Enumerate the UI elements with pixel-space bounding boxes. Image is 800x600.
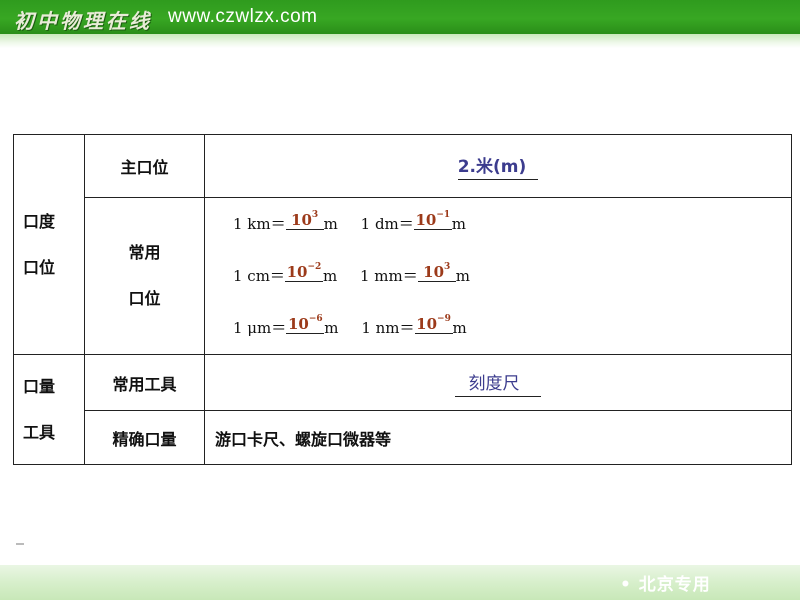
conversion-nm: 1 nm＝ 10−9 m bbox=[361, 314, 467, 337]
main-unit-cell: 2.米(m) bbox=[204, 134, 792, 198]
length-unit-label: 口度 口位 bbox=[13, 134, 85, 355]
label-line: 口位 bbox=[23, 257, 56, 277]
common-tools-cell: 刻度尺 bbox=[204, 354, 792, 411]
table-row: 常用 口位 1 km＝ 103 m 1 dm＝ 10−1 m 1 cm＝ 10−2 m 1 … bbox=[14, 197, 792, 355]
conversion-km: 1 km＝ 103 m bbox=[233, 210, 338, 233]
header-bar: 初中物理在线 www.czwlzx.com bbox=[0, 0, 800, 34]
precise-tools-value: 游口卡尺、螺旋口微器等 bbox=[204, 410, 792, 465]
label-line: 口位 bbox=[128, 289, 161, 308]
conversion-mm: 1 mm＝ 103 m bbox=[359, 262, 470, 285]
common-tools-label: 常用工具 bbox=[84, 354, 205, 411]
label-line: 常用 bbox=[128, 243, 161, 262]
table-row: 口度 口位 主口位 2.米(m) bbox=[13, 134, 792, 355]
measuring-tools-label: 口量 工具 bbox=[13, 354, 85, 465]
conversion-dm: 1 dm＝ 10−1 m bbox=[360, 210, 467, 233]
conversion-cell: 1 km＝ 103 m 1 dm＝ 10−1 m 1 cm＝ 10−2 m 1 mm＝ 103… bbox=[204, 197, 792, 355]
conversion-line: 1 km＝ 103 m 1 dm＝ 10−1 m bbox=[233, 198, 791, 250]
units-table: 口度 口位 主口位 2.米(m) 常用 口位 1 km＝ 103 m 1 dm＝ 10… bbox=[13, 134, 792, 465]
main-unit-label: 主口位 bbox=[84, 134, 205, 198]
label-line: 工具 bbox=[23, 422, 56, 442]
common-tools-answer: 刻度尺 bbox=[455, 369, 541, 397]
label-line: 口量 bbox=[23, 376, 56, 396]
table-row: 口量 工具 常用工具 刻度尺 bbox=[13, 354, 792, 465]
conversion-um: 1 μm＝ 10−6 m bbox=[233, 314, 339, 337]
site-url: www.czwlzx.com bbox=[168, 6, 318, 27]
footer-label: • 北京专用 bbox=[620, 575, 711, 595]
common-units-label: 常用 口位 bbox=[84, 197, 205, 355]
main-unit-answer: 2.米(m) bbox=[457, 152, 539, 180]
conversion-line: 1 cm＝ 10−2 m 1 mm＝ 103 m bbox=[233, 250, 791, 302]
conversion-cm: 1 cm＝ 10−2 m bbox=[233, 262, 338, 285]
label-line: 口度 bbox=[23, 211, 56, 231]
site-logo: 初中物理在线 bbox=[14, 9, 152, 33]
precise-measure-label: 精确口量 bbox=[84, 410, 205, 465]
conversion-line: 1 μm＝ 10−6 m 1 nm＝ 10−9 m bbox=[233, 302, 791, 354]
header-gradient-band bbox=[0, 34, 800, 48]
table-row: 精确口量 游口卡尺、螺旋口微器等 bbox=[14, 410, 792, 465]
footer-dash bbox=[16, 543, 24, 545]
